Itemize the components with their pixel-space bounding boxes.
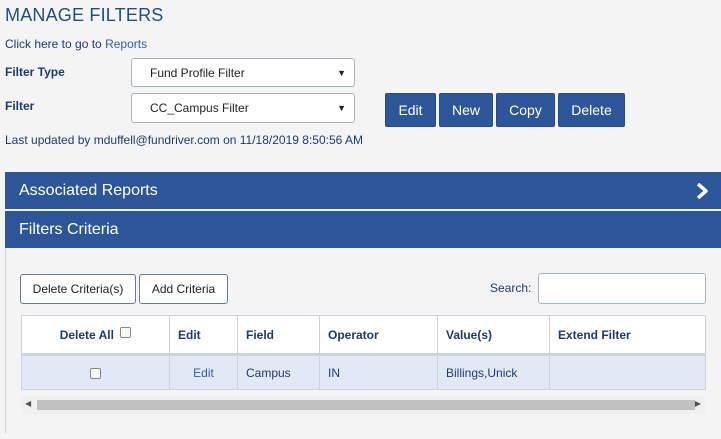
row-checkbox[interactable] (90, 367, 101, 379)
associated-reports-title: Associated Reports (19, 181, 158, 199)
filters-criteria-header[interactable]: Filters Criteria (5, 211, 721, 248)
row-extend-filter (549, 354, 706, 390)
row-values: Billings,Unick (437, 354, 550, 390)
edit-button[interactable]: Edit (385, 93, 436, 127)
horizontal-scrollbar[interactable]: ◀ ▶ (21, 396, 705, 414)
row-edit-link[interactable]: Edit (169, 354, 238, 390)
header-values: Value(s) (437, 315, 550, 356)
filter-selected: CC_Campus Filter (150, 101, 249, 115)
chevron-right-icon (696, 182, 708, 199)
scroll-thumb[interactable] (37, 400, 695, 410)
header-delete-all-label: Delete All (59, 327, 114, 342)
criteria-table: Delete All Edit Field Operator Value(s) … (21, 315, 706, 390)
add-criteria-button[interactable]: Add Criteria (139, 274, 228, 304)
last-updated-text: Last updated by mduffell@fundriver.com o… (5, 133, 363, 147)
filter-type-label: Filter Type (5, 65, 65, 79)
search-input[interactable] (538, 273, 706, 304)
copy-button[interactable]: Copy (496, 93, 555, 127)
caret-down-icon: ▼ (337, 103, 346, 113)
filters-criteria-title: Filters Criteria (19, 220, 119, 238)
filter-select[interactable]: CC_Campus Filter ▼ (131, 93, 355, 123)
search-label: Search: (490, 281, 532, 295)
row-field: Campus (237, 354, 320, 390)
caret-down-icon: ▼ (337, 67, 346, 78)
filter-type-selected: Fund Profile Filter (150, 65, 245, 80)
row-operator: IN (319, 354, 438, 390)
reports-link[interactable]: Reports (105, 37, 147, 51)
scroll-left-icon[interactable]: ◀ (25, 399, 31, 408)
delete-all-checkbox[interactable] (120, 326, 132, 338)
header-edit: Edit (169, 315, 238, 356)
header-delete-all: Delete All (21, 315, 170, 356)
associated-reports-header[interactable]: Associated Reports (5, 172, 721, 209)
header-operator: Operator (319, 315, 438, 356)
table-row: Edit Campus IN Billings,Unick (21, 354, 706, 390)
row-select-cell (21, 354, 170, 390)
header-extend-filter: Extend Filter (549, 315, 706, 356)
page-title: MANAGE FILTERS (5, 5, 164, 25)
filter-type-select[interactable]: Fund Profile Filter ▼ (131, 58, 355, 87)
reports-link-prefix: Click here to go to (5, 37, 106, 51)
delete-criteria-button[interactable]: Delete Criteria(s) (20, 274, 136, 304)
reports-link-line: Click here to go to Reports (5, 37, 147, 51)
new-button[interactable]: New (439, 93, 493, 127)
delete-button[interactable]: Delete (558, 93, 625, 127)
filter-label: Filter (5, 99, 35, 113)
table-header-row: Delete All Edit Field Operator Value(s) … (21, 315, 706, 356)
scroll-right-icon[interactable]: ▶ (695, 399, 701, 408)
header-field: Field (237, 315, 320, 356)
